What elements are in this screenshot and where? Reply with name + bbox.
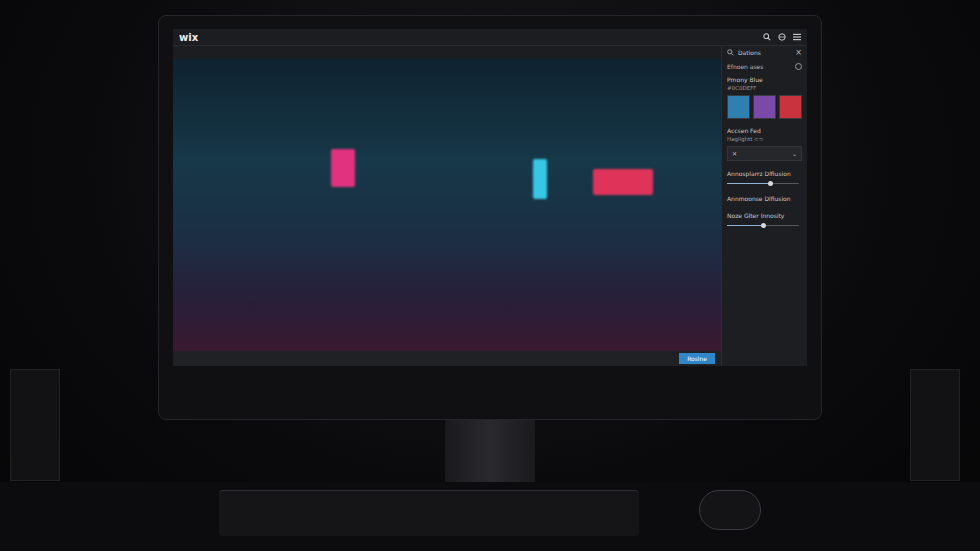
canvas-footer: Roslne [173,351,721,366]
panel-header: Dations × [722,46,807,59]
reset-icon[interactable] [795,63,802,70]
dropdown[interactable]: ✕ ⌄ [727,146,802,161]
search-icon[interactable] [763,33,771,41]
desk-scene: wix Roslne Dations × Efnoen ases Pmony B… [0,0,980,551]
control-label: Noze Glter Innosity [727,212,802,220]
keyboard[interactable] [219,490,639,536]
control-label: Annosplarrz Dlfiusion [727,170,802,178]
menu-icon[interactable] [793,33,801,41]
slider[interactable] [727,225,799,226]
canvas-toolbar [173,46,721,59]
panel-title: Dations [738,49,791,56]
section-title: Efnoen ases [727,63,802,70]
mouse[interactable] [699,490,761,530]
monitor: wix Roslne Dations × Efnoen ases Pmony B… [158,15,822,420]
pencil-cup [10,369,60,481]
accent-value: Haglightt ⊂⊃ [727,135,802,143]
search-icon[interactable] [727,49,734,56]
primary-label: Pmony Blue [727,76,802,84]
slider[interactable] [727,183,799,184]
color-swatch[interactable] [779,95,802,119]
control-label: Annmoonse Dlfiusion [727,195,802,203]
top-bar: wix [173,29,807,46]
save-button[interactable]: Roslne [679,353,715,364]
primary-value: #0C0DEFF [727,84,802,92]
editor-window: wix Roslne Dations × Efnoen ases Pmony B… [173,29,807,366]
design-panel: Dations × Efnoen ases Pmony Blue #0C0DEF… [721,46,807,366]
cyberpunk-image[interactable] [173,59,721,351]
accent-label: Accsen Fed [727,127,802,135]
wix-logo[interactable]: wix [179,32,198,43]
pencil-cup [910,369,960,481]
close-button[interactable]: × [795,48,802,57]
color-swatch[interactable] [753,95,776,119]
globe-icon[interactable] [778,33,786,41]
color-swatch[interactable] [727,95,750,119]
monitor-stand [445,420,535,482]
desk [0,482,980,551]
